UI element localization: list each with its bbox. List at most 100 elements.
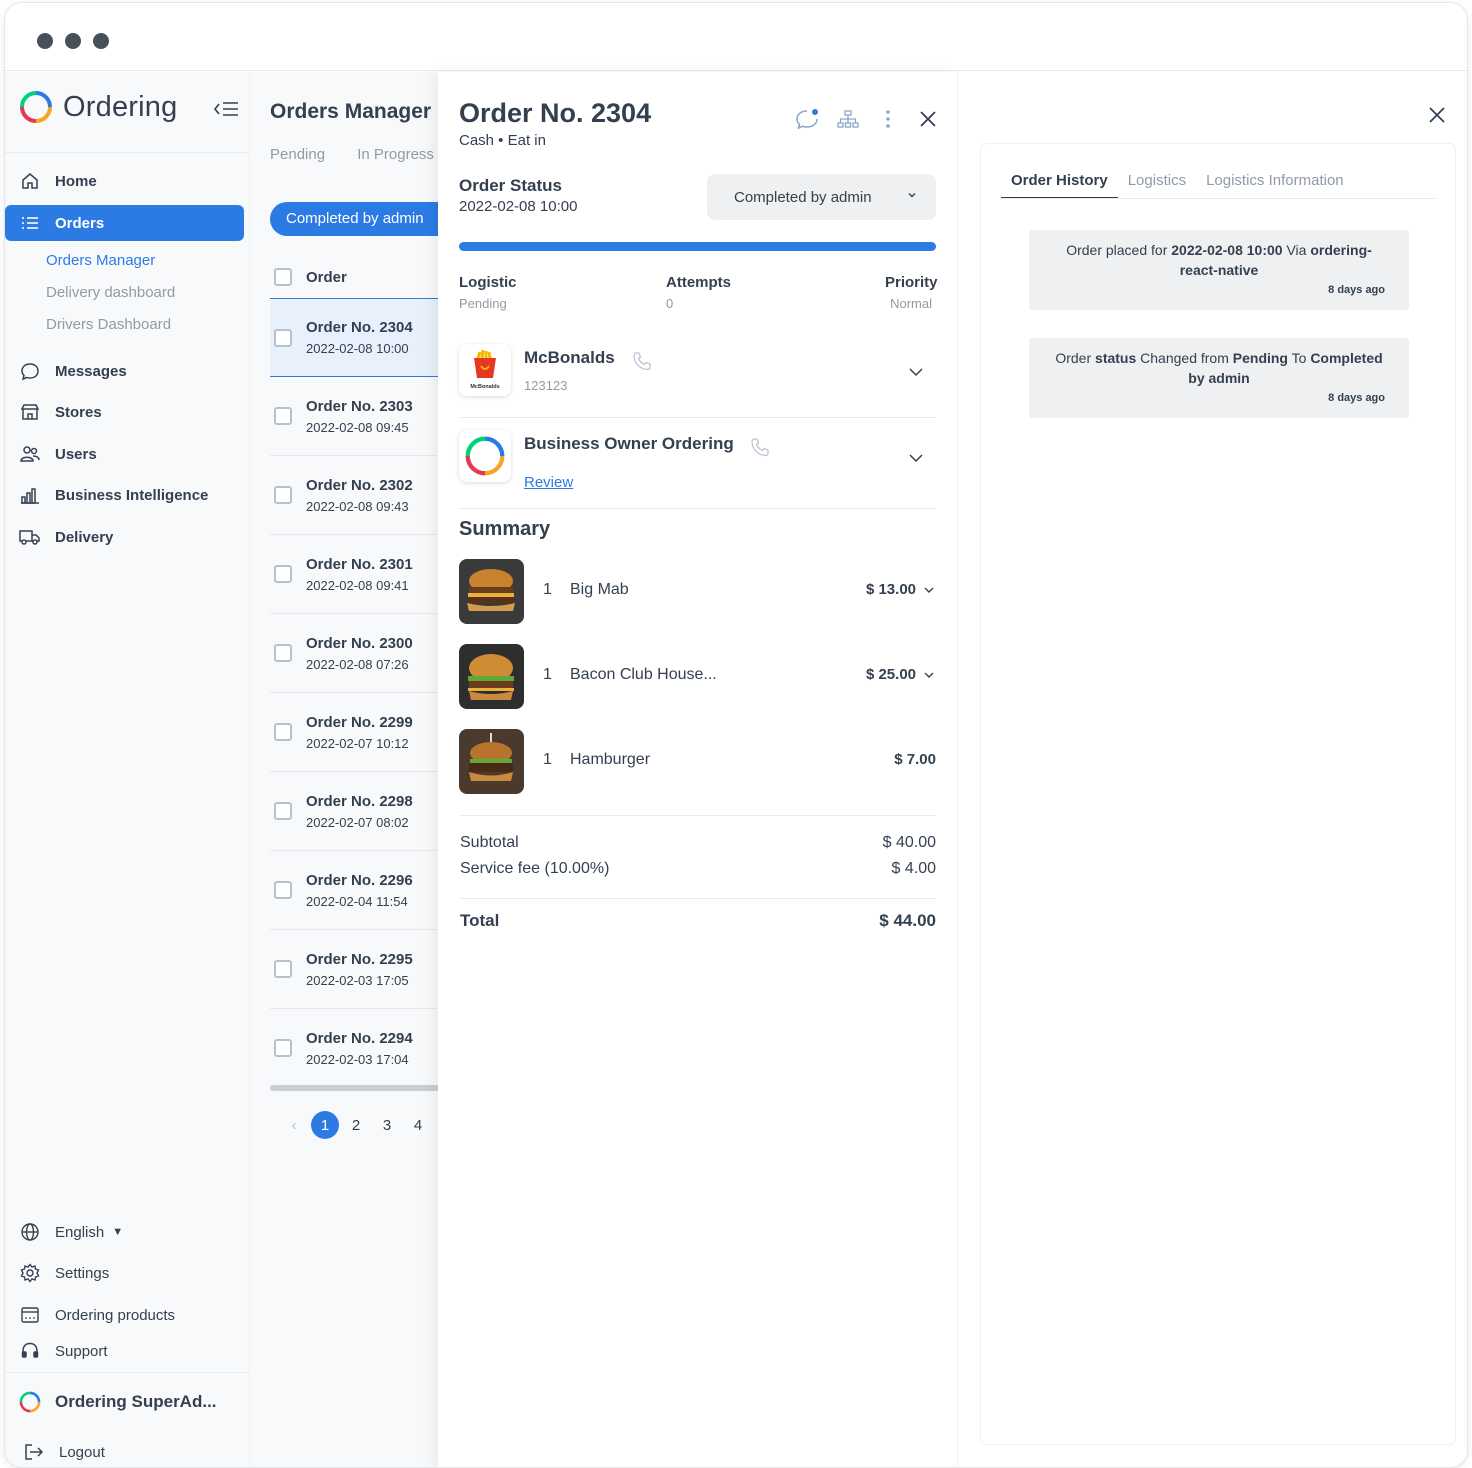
chat-notification-icon [796, 109, 818, 130]
sidebar-item-delivery[interactable]: Delivery [5, 519, 244, 555]
close-icon[interactable] [1428, 106, 1446, 124]
table-row[interactable]: Order No. 2295 2022-02-03 17:05 [270, 930, 440, 1009]
sidebar-item-label: Settings [55, 1264, 110, 1282]
product-price-value: $ 25.00 [865, 666, 916, 683]
title-bar [5, 3, 1467, 71]
row-checkbox[interactable] [274, 1039, 292, 1057]
table-row[interactable]: Order No. 2301 2022-02-08 09:41 [270, 535, 440, 614]
tab-pending[interactable]: Pending [270, 146, 325, 163]
chevron-down-icon [908, 193, 916, 198]
sidebar-subitem-orders-manager[interactable]: Orders Manager [46, 252, 155, 269]
status-tabs: Pending In Progress [270, 146, 462, 163]
close-detail-button[interactable] [908, 106, 948, 132]
table-row[interactable]: Order No. 2300 2022-02-08 07:26 [270, 614, 440, 693]
table-row[interactable]: Order No. 2303 2022-02-08 09:45 [270, 377, 440, 456]
sidebar-item-settings[interactable]: Settings [5, 1255, 244, 1291]
phone-icon[interactable] [749, 437, 771, 459]
window-dot [37, 33, 53, 49]
service-fee-row: Service fee (10.00%) $ 4.00 [460, 860, 936, 878]
row-checkbox[interactable] [274, 565, 292, 583]
sidebar-subitem-delivery-dashboard[interactable]: Delivery dashboard [46, 284, 175, 301]
order-date: 2022-02-07 08:02 [306, 814, 409, 830]
sidebar: Ordering Home Orders Orders Manager Deli… [5, 72, 250, 1467]
order-date: 2022-02-08 10:00 [306, 341, 409, 356]
table-row[interactable]: Order No. 2299 2022-02-07 10:12 [270, 693, 440, 772]
owner-card[interactable]: Business Owner Ordering Review [459, 420, 936, 509]
page-button[interactable]: 3 [373, 1111, 401, 1139]
row-checkbox[interactable] [274, 328, 292, 347]
order-history-panel: Order History Logistics Logistics Inform… [958, 72, 1467, 1467]
table-row[interactable]: Order No. 2294 2022-02-03 17:04 [270, 1009, 440, 1088]
divider [5, 1372, 250, 1373]
product-name: Bacon Club House... [570, 666, 717, 683]
row-content: Order No. 2294 2022-02-03 17:04 [306, 1030, 413, 1067]
business-card[interactable]: McBonalds McBonalds 123123 [459, 334, 936, 418]
table-row[interactable]: Order No. 2298 2022-02-07 08:02 [270, 772, 440, 851]
total-row: Total $ 44.00 [460, 911, 936, 931]
row-checkbox[interactable] [274, 960, 292, 978]
row-checkbox[interactable] [274, 802, 292, 820]
row-checkbox[interactable] [274, 486, 292, 504]
tab-order-history[interactable]: Order History [1001, 172, 1118, 199]
chevron-down-icon [924, 587, 934, 593]
order-number: Order No. 2300 [306, 634, 413, 652]
sidebar-item-users[interactable]: Users [5, 436, 244, 472]
order-status-date: 2022-02-08 10:00 [459, 198, 578, 215]
page-button[interactable]: 2 [342, 1111, 370, 1139]
row-checkbox[interactable] [274, 407, 292, 425]
sidebar-item-support[interactable]: Support [5, 1333, 244, 1369]
logistic-info: Logistic Pending [459, 274, 517, 311]
priority-value: Normal [890, 296, 932, 311]
sidebar-item-messages[interactable]: Messages [5, 353, 244, 389]
sidebar-item-home[interactable]: Home [5, 163, 244, 199]
order-date: 2022-02-03 17:05 [306, 972, 409, 988]
product-price[interactable]: $ 13.00 [866, 581, 936, 598]
logistic-label: Logistic [459, 274, 517, 291]
table-row[interactable]: Order No. 2302 2022-02-08 09:43 [270, 456, 440, 535]
user-profile[interactable]: Ordering SuperAd... [5, 1384, 244, 1420]
hierarchy-button[interactable] [828, 106, 868, 132]
more-options-button[interactable] [868, 106, 908, 132]
messages-button[interactable] [788, 106, 828, 132]
logout-icon [23, 1441, 45, 1463]
chevron-down-icon[interactable] [908, 364, 924, 380]
chevron-down-icon[interactable] [908, 450, 924, 466]
product-qty: 1 [543, 666, 552, 683]
prev-page-button[interactable]: ‹ [280, 1111, 308, 1139]
tab-logistics-information[interactable]: Logistics Information [1196, 172, 1354, 199]
sidebar-item-stores[interactable]: Stores [5, 394, 244, 430]
business-logo-text: McBonalds [470, 384, 499, 390]
subtotal-label: Subtotal [460, 834, 519, 851]
order-status-select[interactable]: Completed by admin [707, 174, 936, 220]
row-checkbox[interactable] [274, 723, 292, 741]
tab-logistics[interactable]: Logistics [1118, 172, 1196, 199]
row-checkbox[interactable] [274, 644, 292, 662]
page-button[interactable]: 1 [311, 1111, 339, 1139]
headset-icon [19, 1340, 41, 1362]
table-row[interactable]: Order No. 2296 2022-02-04 11:54 [270, 851, 440, 930]
phone-icon[interactable] [631, 351, 653, 373]
review-link[interactable]: Review [524, 474, 573, 491]
row-content: Order No. 2304 2022-02-08 10:00 [306, 319, 413, 356]
order-date: 2022-02-03 17:04 [306, 1051, 409, 1067]
logout-button[interactable]: Logout [5, 1434, 244, 1467]
sidebar-item-orders[interactable]: Orders [5, 205, 244, 241]
collapse-sidebar-button[interactable] [211, 98, 241, 120]
event-old-status: Pending [1232, 350, 1288, 366]
language-selector[interactable]: English ▼ [5, 1214, 244, 1250]
product-price[interactable]: $ 25.00 [866, 666, 936, 683]
row-checkbox[interactable] [274, 881, 292, 899]
sidebar-item-ordering-products[interactable]: Ordering products [5, 1297, 244, 1333]
app-logo[interactable]: Ordering [19, 90, 177, 124]
page-button[interactable]: 4 [404, 1111, 432, 1139]
table-row[interactable]: Order No. 2304 2022-02-08 10:00 [270, 298, 440, 377]
header-actions [788, 106, 948, 132]
sidebar-item-label: Users [55, 445, 97, 463]
history-event: Order status Changed from Pending To Com… [1029, 338, 1409, 418]
product-qty: 1 [543, 751, 552, 768]
tab-in-progress[interactable]: In Progress [357, 146, 434, 163]
select-all-checkbox[interactable] [274, 268, 292, 286]
horizontal-scrollbar[interactable] [270, 1085, 440, 1091]
sidebar-subitem-drivers-dashboard[interactable]: Drivers Dashboard [46, 316, 171, 333]
sidebar-item-business-intelligence[interactable]: Business Intelligence [5, 477, 244, 513]
